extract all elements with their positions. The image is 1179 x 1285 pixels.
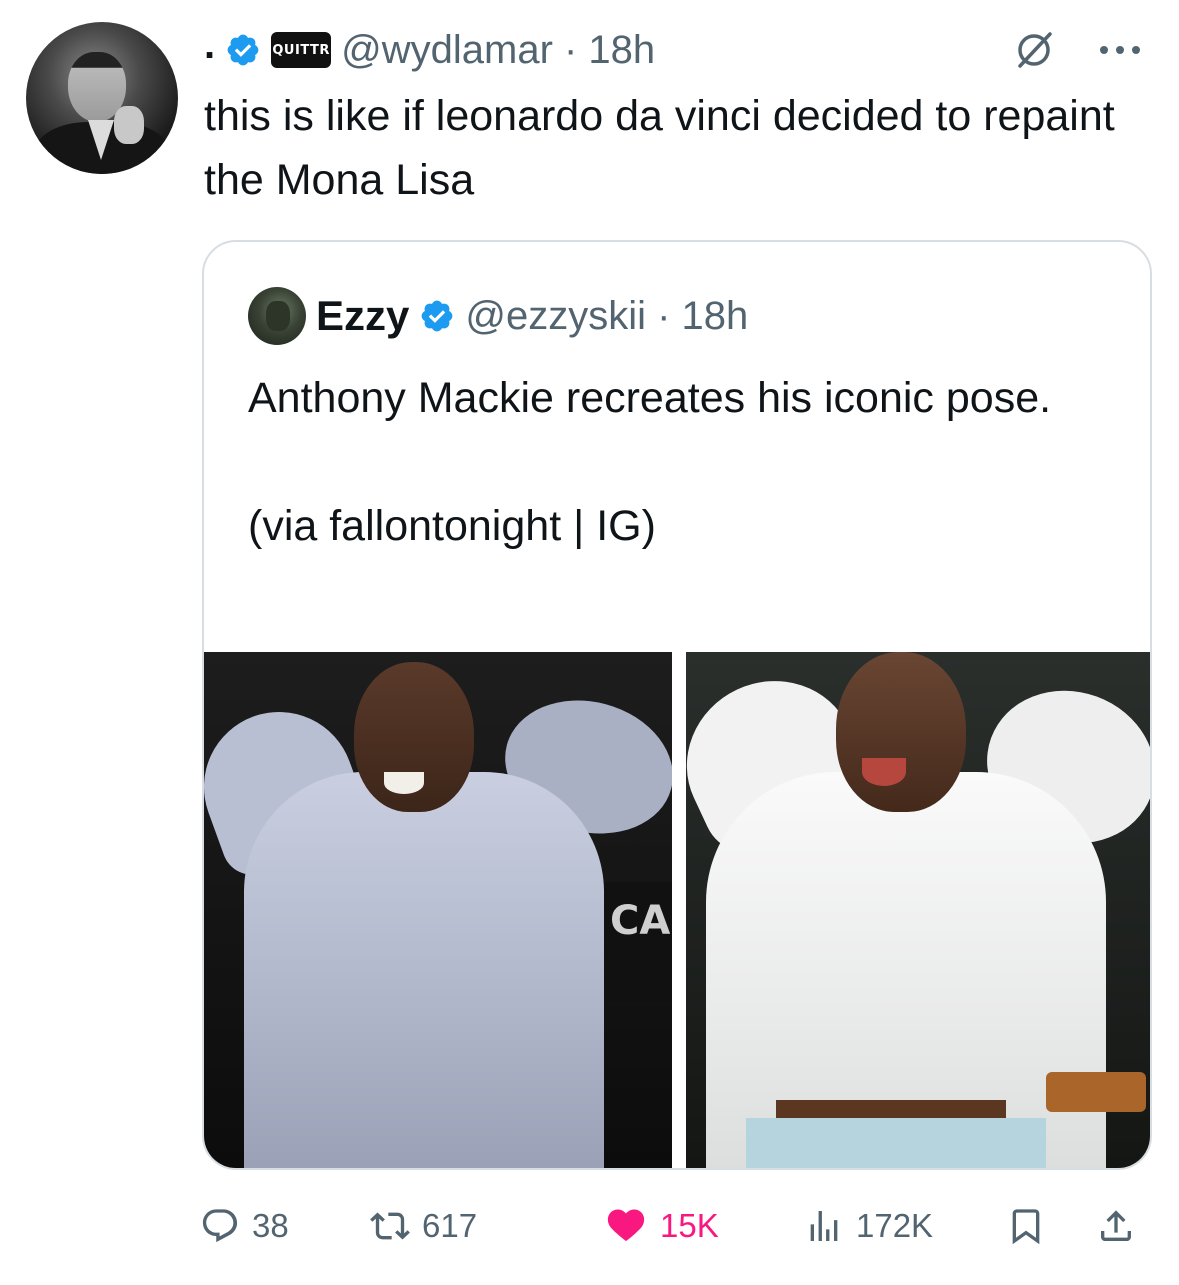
author-avatar[interactable] — [26, 22, 178, 174]
quoted-author-name[interactable]: Ezzy — [316, 292, 409, 340]
photo-head — [836, 652, 966, 812]
affiliate-badge[interactable]: QUITTR — [271, 32, 332, 68]
photo-pants — [746, 1118, 1046, 1168]
bookmark-button[interactable] — [1006, 1196, 1046, 1256]
quoted-photo-2[interactable] — [686, 652, 1150, 1168]
photo-mouth — [862, 758, 906, 786]
quoted-text: Anthony Mackie recreates his iconic pose… — [248, 374, 1052, 550]
reply-count: 38 — [252, 1207, 289, 1244]
tweet-text: this is like if leonardo da vinci decide… — [204, 92, 1115, 204]
share-icon — [1101, 1210, 1131, 1241]
photo-shirt — [244, 772, 604, 1168]
bookmark-icon — [1012, 1209, 1040, 1245]
tweet-header: . QUITTR @wydlamar · 18h — [204, 24, 655, 76]
views-button[interactable]: 172K — [804, 1196, 933, 1256]
photo-chair — [1046, 1072, 1146, 1112]
quoted-avatar[interactable] — [248, 287, 306, 345]
action-bar: 38 617 15K 172K — [200, 1196, 1160, 1256]
photo-mouth — [384, 772, 424, 794]
heart-icon — [607, 1209, 645, 1241]
share-button[interactable] — [1096, 1196, 1136, 1256]
quoted-verified-badge-icon — [422, 300, 453, 332]
like-count: 15K — [660, 1207, 719, 1244]
retweet-button[interactable]: 617 — [370, 1196, 477, 1256]
retweet-count: 617 — [422, 1207, 478, 1244]
quoted-photo-1[interactable]: CA — [204, 652, 672, 1168]
more-options-icon[interactable] — [1090, 32, 1150, 68]
views-icon — [810, 1211, 838, 1241]
author-handle-time[interactable]: @wydlamar · 18h — [341, 28, 655, 73]
views-count: 172K — [856, 1207, 934, 1244]
avatar-hand — [114, 106, 144, 144]
retweet-icon — [370, 1212, 410, 1240]
quoted-header: Ezzy @ezzyskii · 18h — [248, 287, 748, 345]
photo-sign: CA — [604, 882, 672, 1002]
photo-belt — [776, 1100, 1006, 1120]
quoted-handle-time[interactable]: @ezzyskii · 18h — [465, 294, 748, 339]
like-button[interactable]: 15K — [604, 1196, 719, 1256]
author-name[interactable]: . — [204, 25, 215, 65]
reply-button[interactable]: 38 — [200, 1196, 289, 1256]
grok-icon[interactable] — [1012, 28, 1056, 72]
quoted-tweet[interactable]: Ezzy @ezzyskii · 18h Anthony Mackie recr… — [202, 240, 1152, 1170]
reply-icon — [202, 1209, 238, 1243]
verified-badge-icon — [227, 34, 259, 66]
